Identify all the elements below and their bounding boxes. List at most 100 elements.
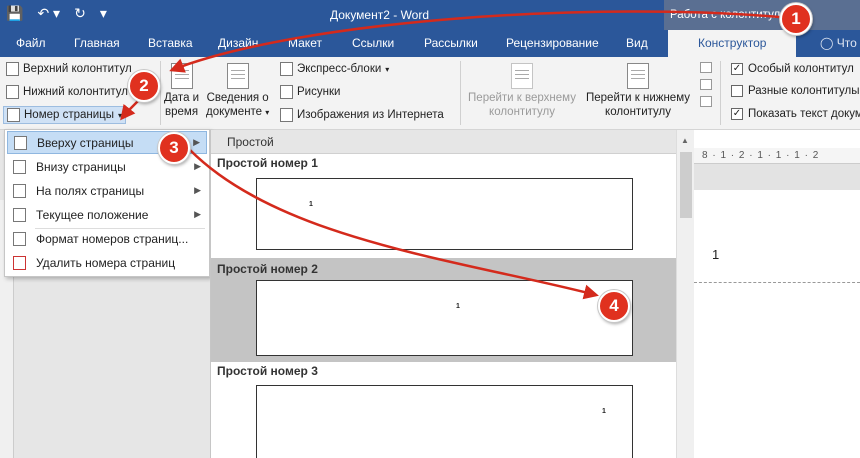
footer-button[interactable]: Нижний колонтитул (6, 85, 128, 99)
doc-info-label-1: Сведения о (206, 92, 269, 104)
header-page-number[interactable]: 1 (712, 247, 719, 262)
gallery-item-simple-1[interactable]: 1 (256, 178, 633, 250)
date-time-button[interactable]: Дата и время (164, 63, 199, 119)
checkbox-show-document-text[interactable]: ✓ Показать текст документа (731, 108, 860, 120)
save-icon[interactable]: 💾 (6, 5, 23, 22)
footer-label: Нижний колонтитул (23, 86, 128, 98)
pictures-icon (280, 85, 293, 99)
quick-parts-button[interactable]: Экспресс-блоки ▾ (280, 62, 389, 76)
callout-4: 4 (598, 290, 630, 322)
tab-insert[interactable]: Вставка (148, 36, 193, 50)
gallery-item-label: Простой номер 3 (217, 364, 318, 378)
submenu-arrow-icon: ▶ (194, 185, 201, 195)
goto-footer-label-2: колонтитулу (605, 106, 671, 118)
checkbox-box[interactable] (731, 85, 743, 97)
redo-icon[interactable]: ↻ (74, 5, 86, 22)
gallery-scrollbar[interactable]: ▲ (676, 130, 694, 458)
menu-item-format-page-numbers[interactable]: Формат номеров страниц... (7, 227, 207, 250)
gallery-item-simple-3[interactable]: 1 (256, 385, 633, 458)
footer-icon (6, 85, 19, 99)
page-gap (694, 164, 860, 190)
menu-item-page-margins[interactable]: На полях страницы ▶ (7, 179, 207, 202)
quick-parts-label: Экспресс-блоки (297, 63, 382, 75)
menu-item-label: На полях страницы (36, 183, 145, 198)
tab-view[interactable]: Вид (626, 36, 648, 50)
tab-layout[interactable]: Макет (288, 36, 322, 50)
menu-item-label: Внизу страницы (36, 159, 126, 174)
checkbox-box[interactable]: ✓ (731, 63, 743, 75)
ribbon-divider (160, 61, 161, 125)
customize-qat-icon[interactable]: ▾ (100, 5, 107, 22)
page-number-button[interactable]: Номер страницы ▾ (3, 106, 127, 124)
header-icon (6, 62, 19, 76)
quick-parts-icon (280, 62, 293, 76)
scroll-up-icon[interactable]: ▲ (681, 136, 689, 145)
link-to-previous-icon[interactable] (700, 96, 712, 107)
scrollbar-thumb[interactable] (680, 152, 692, 218)
horizontal-ruler: 8 · 1 · 2 · 1 · 1 · 1 · 2 (694, 148, 860, 164)
preview-page-number: 1 (602, 408, 606, 415)
preview-page-number: 1 (456, 303, 460, 310)
tab-mailings[interactable]: Рассылки (424, 36, 478, 50)
goto-header-button[interactable]: Перейти к верхнему колонтитулу (466, 63, 578, 119)
date-time-label-1: Дата и (164, 92, 200, 104)
previous-icon[interactable] (700, 62, 712, 73)
chevron-down-icon: ▾ (265, 108, 270, 117)
gallery-item-label: Простой номер 2 (217, 262, 318, 276)
nav-small-buttons (700, 62, 712, 107)
submenu-arrow-icon: ▶ (194, 209, 201, 219)
tab-file[interactable]: Файл (16, 36, 46, 50)
checkbox-odd-even[interactable]: Разные колонтитулы (731, 85, 860, 97)
date-time-label-2: время (165, 106, 199, 118)
goto-footer-button[interactable]: Перейти к нижнему колонтитулу (582, 63, 694, 119)
checkbox-label: Разные колонтитулы (748, 85, 860, 97)
checkbox-label: Показать текст документа (748, 108, 860, 120)
submenu-arrow-icon: ▶ (193, 137, 200, 147)
tab-design[interactable]: Дизайн (218, 36, 258, 50)
quick-access-toolbar: 💾 ↶ ▾ ↻ ▾ (6, 5, 107, 22)
lightbulb-icon: ◯ (820, 36, 834, 50)
goto-header-icon (511, 63, 533, 89)
pictures-button[interactable]: Рисунки (280, 85, 340, 99)
document-page: 8 · 1 · 2 · 1 · 1 · 1 · 2 1 (694, 130, 860, 458)
goto-header-label-1: Перейти к верхнему (468, 92, 576, 104)
current-position-icon (13, 207, 26, 222)
header-boundary (694, 282, 860, 283)
document-info-button[interactable]: Сведения о документе ▾ (206, 63, 269, 120)
online-pictures-label: Изображения из Интернета (297, 109, 444, 121)
goto-header-label-2: колонтитулу (489, 106, 555, 118)
menu-item-label: Удалить номера страниц (36, 255, 176, 270)
page-number-label: Номер страницы (24, 109, 115, 121)
context-tab-group: Работа с колонтитулами (664, 0, 860, 30)
ribbon-divider (460, 61, 461, 125)
callout-3: 3 (158, 132, 190, 164)
document-info-icon (226, 63, 249, 89)
title-bar: 💾 ↶ ▾ ↻ ▾ Документ2 - Word Работа с коло… (0, 0, 860, 30)
page-margins-icon (13, 183, 26, 198)
page-bottom-icon (13, 159, 26, 174)
undo-icon[interactable]: ↶ ▾ (37, 5, 60, 22)
chevron-down-icon: ▾ (385, 64, 390, 74)
gallery-item-simple-2[interactable]: 1 (256, 280, 633, 356)
goto-footer-label-1: Перейти к нижнему (586, 92, 690, 104)
online-pictures-button[interactable]: Изображения из Интернета (280, 108, 444, 122)
tell-me-box[interactable]: ◯ Что (820, 36, 857, 50)
gallery-item-label: Простой номер 1 (217, 156, 318, 170)
menu-item-current-position[interactable]: Текущее положение ▶ (7, 203, 207, 226)
header-label: Верхний колонтитул (23, 63, 132, 75)
tab-home[interactable]: Главная (74, 36, 120, 50)
callout-1: 1 (780, 3, 812, 35)
next-icon[interactable] (700, 79, 712, 90)
checkbox-box[interactable]: ✓ (731, 108, 743, 120)
preview-page-number: 1 (309, 201, 313, 208)
checkbox-different-first-page[interactable]: ✓ Особый колонтитул (731, 63, 854, 75)
tab-review[interactable]: Рецензирование (506, 36, 599, 50)
tab-references[interactable]: Ссылки (352, 36, 394, 50)
page-top-icon (14, 135, 27, 150)
tab-constructor[interactable]: Конструктор (668, 30, 797, 57)
document-title: Документ2 - Word (330, 8, 430, 22)
remove-numbers-icon (13, 255, 26, 270)
menu-item-remove-page-numbers[interactable]: Удалить номера страниц (7, 251, 207, 274)
goto-footer-icon (627, 63, 649, 89)
header-button[interactable]: Верхний колонтитул (6, 62, 132, 76)
